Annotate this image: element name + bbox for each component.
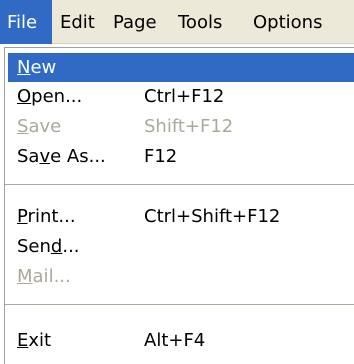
menu-item-label: Save	[17, 116, 62, 137]
menu-item-new[interactable]: New	[8, 53, 354, 82]
menu-item-exit[interactable]: Exit Alt+F4	[8, 326, 354, 355]
menu-item-save-as[interactable]: Save As... F12	[8, 142, 354, 171]
menu-item-print[interactable]: Print... Ctrl+Shift+F12	[8, 202, 354, 231]
mnemonic-letter: v	[39, 146, 51, 167]
menu-tools[interactable]: Tools	[178, 0, 222, 44]
menu-file[interactable]: File	[0, 0, 52, 44]
mnemonic-letter: O	[17, 86, 32, 107]
menu-page[interactable]: Page	[113, 0, 157, 44]
mnemonic-letter: P	[17, 206, 28, 227]
file-dropdown-menu: New Open... Ctrl+F12 Save Shift+F12 Save…	[4, 47, 354, 364]
menu-item-save: Save Shift+F12	[8, 112, 354, 141]
menu-bar: File Edit Page Tools Options	[0, 0, 354, 44]
menu-item-label: Exit	[17, 330, 52, 351]
mnemonic-letter: N	[17, 57, 31, 78]
menu-item-open[interactable]: Open... Ctrl+F12	[8, 82, 354, 111]
menu-item-mail: Mail...	[8, 262, 354, 291]
menu-item-label: Mail...	[17, 266, 71, 287]
menu-item-shortcut: F12	[144, 146, 178, 167]
menu-item-label: Print...	[17, 206, 76, 227]
mnemonic-letter: S	[17, 116, 29, 137]
menu-item-label: Open...	[17, 86, 83, 107]
menu-separator	[5, 304, 354, 306]
menu-item-shortcut: Shift+F12	[144, 116, 234, 137]
mnemonic-letter: E	[17, 330, 29, 351]
menu-item-label: Save As...	[17, 146, 106, 167]
mnemonic-letter: M	[17, 266, 33, 287]
menu-item-label: Send...	[17, 236, 80, 257]
menu-item-send[interactable]: Send...	[8, 232, 354, 261]
menu-options[interactable]: Options	[253, 0, 322, 44]
menu-item-shortcut: Alt+F4	[144, 330, 206, 351]
menu-item-shortcut: Ctrl+F12	[144, 86, 225, 107]
mnemonic-letter: d	[50, 236, 63, 257]
menu-item-label: New	[17, 57, 57, 78]
menu-edit[interactable]: Edit	[60, 0, 95, 44]
application-window: File Edit Page Tools Options New Open...…	[0, 0, 354, 364]
menu-separator	[5, 184, 354, 186]
menu-item-shortcut: Ctrl+Shift+F12	[144, 206, 281, 227]
